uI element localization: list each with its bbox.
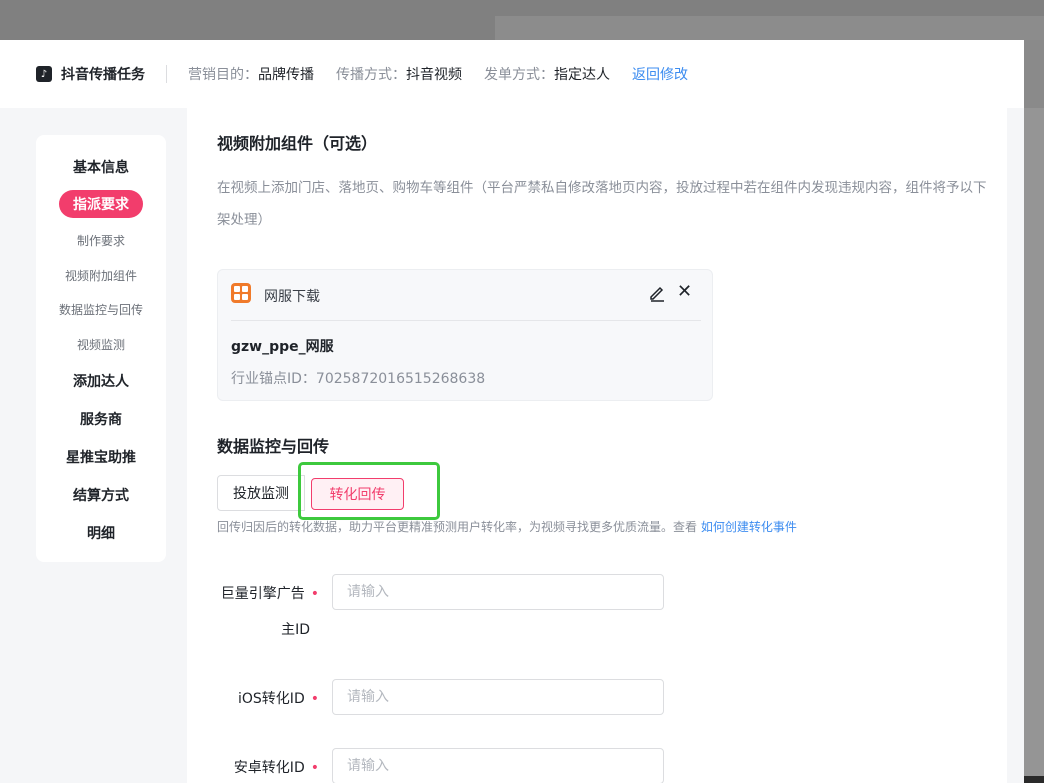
required-mark: • <box>310 586 319 602</box>
field-label-ios-id: iOS转化ID • <box>187 688 319 708</box>
nav-item-assign-requirements[interactable]: 指派要求 <box>59 190 143 218</box>
page-title: 抖音传播任务 <box>61 67 145 83</box>
content-area: 基本信息 指派要求 制作要求 视频附加组件 数据监控与回传 视频监测 添加达人 … <box>0 108 1024 783</box>
nav-item-boost[interactable]: 星推宝助推 <box>36 447 166 467</box>
side-nav: 基本信息 指派要求 制作要求 视频附加组件 数据监控与回传 视频监测 添加达人 … <box>36 135 166 562</box>
field-label-ad-id: 巨量引擎广告 • <box>187 583 319 603</box>
conversion-hint: 回传归因后的转化数据，助力平台更精准预测用户转化率，为视频寻找更多优质流量。查看… <box>217 518 797 535</box>
meta-label-method: 传播方式： <box>336 67 406 83</box>
attachment-card: 网服下载 ✕ gzw_ppe_网服 行业锚点ID：702587201651526… <box>217 269 713 401</box>
attachment-name: gzw_ppe_网服 <box>231 339 334 355</box>
nav-item-service-provider[interactable]: 服务商 <box>36 409 166 429</box>
monitoring-section-title: 数据监控与回传 <box>217 437 330 456</box>
create-conversion-event-link[interactable]: 如何创建转化事件 <box>701 520 797 534</box>
back-edit-link[interactable]: 返回修改 <box>632 64 688 84</box>
meta-value-method: 抖音视频 <box>406 67 462 83</box>
android-conversion-id-input[interactable] <box>332 748 664 783</box>
required-mark: • <box>310 691 319 707</box>
conversion-hint-text: 回传归因后的转化数据，助力平台更精准预测用户转化率，为视频寻找更多优质流量。查看 <box>217 520 698 534</box>
highlight-box <box>298 462 440 520</box>
nav-item-video-attachment[interactable]: 视频附加组件 <box>36 267 166 284</box>
backdrop-panel <box>495 16 1044 40</box>
attachment-section-title: 视频附加组件（可选） <box>217 134 378 153</box>
meta-label-dispatch: 发单方式： <box>484 67 554 83</box>
field-label-ad-id-text: 巨量引擎广告 <box>220 586 305 602</box>
ad-account-id-input[interactable] <box>332 574 664 610</box>
field-label-android-id-text: 安卓转化ID <box>233 760 305 776</box>
card-divider <box>231 320 701 321</box>
required-mark: • <box>310 760 319 776</box>
app-grid-icon <box>231 283 251 303</box>
nav-item-settlement[interactable]: 结算方式 <box>36 485 166 505</box>
task-header: ♪ 抖音传播任务 营销目的： 品牌传播 传播方式： 抖音视频 发单方式： 指定达… <box>0 40 1024 108</box>
meta-label-purpose: 营销目的： <box>188 67 258 83</box>
attachment-type: 网服下载 <box>264 289 320 305</box>
nav-item-add-creator[interactable]: 添加达人 <box>36 371 166 391</box>
edit-icon[interactable] <box>648 284 666 302</box>
field-label-ios-id-text: iOS转化ID <box>238 691 305 707</box>
attachment-anchor-id: 行业锚点ID：7025872016515268638 <box>231 371 486 387</box>
ios-conversion-id-input[interactable] <box>332 679 664 715</box>
backdrop-right-strip <box>1024 108 1044 783</box>
nav-item-details[interactable]: 明细 <box>36 523 166 543</box>
nav-item-video-monitor[interactable]: 视频监测 <box>36 336 166 353</box>
nav-item-production[interactable]: 制作要求 <box>36 232 166 249</box>
close-icon[interactable]: ✕ <box>677 282 692 302</box>
nav-item-data-monitoring[interactable]: 数据监控与回传 <box>36 301 166 318</box>
meta-value-dispatch: 指定达人 <box>554 67 610 83</box>
meta-value-purpose: 品牌传播 <box>258 67 314 83</box>
attachment-section-desc: 在视频上添加门店、落地页、购物车等组件（平台严禁私自修改落地页内容，投放过程中若… <box>217 180 987 228</box>
field-label-ad-id-line2: 主ID <box>281 622 310 638</box>
main-form: 视频附加组件（可选） 在视频上添加门店、落地页、购物车等组件（平台严禁私自修改落… <box>187 108 1007 783</box>
field-label-android-id: 安卓转化ID • <box>187 757 319 777</box>
douyin-logo-icon: ♪ <box>36 66 52 82</box>
nav-item-basic-info[interactable]: 基本信息 <box>36 157 166 177</box>
tab-delivery-monitoring[interactable]: 投放监测 <box>217 475 305 511</box>
header-divider <box>166 65 167 83</box>
